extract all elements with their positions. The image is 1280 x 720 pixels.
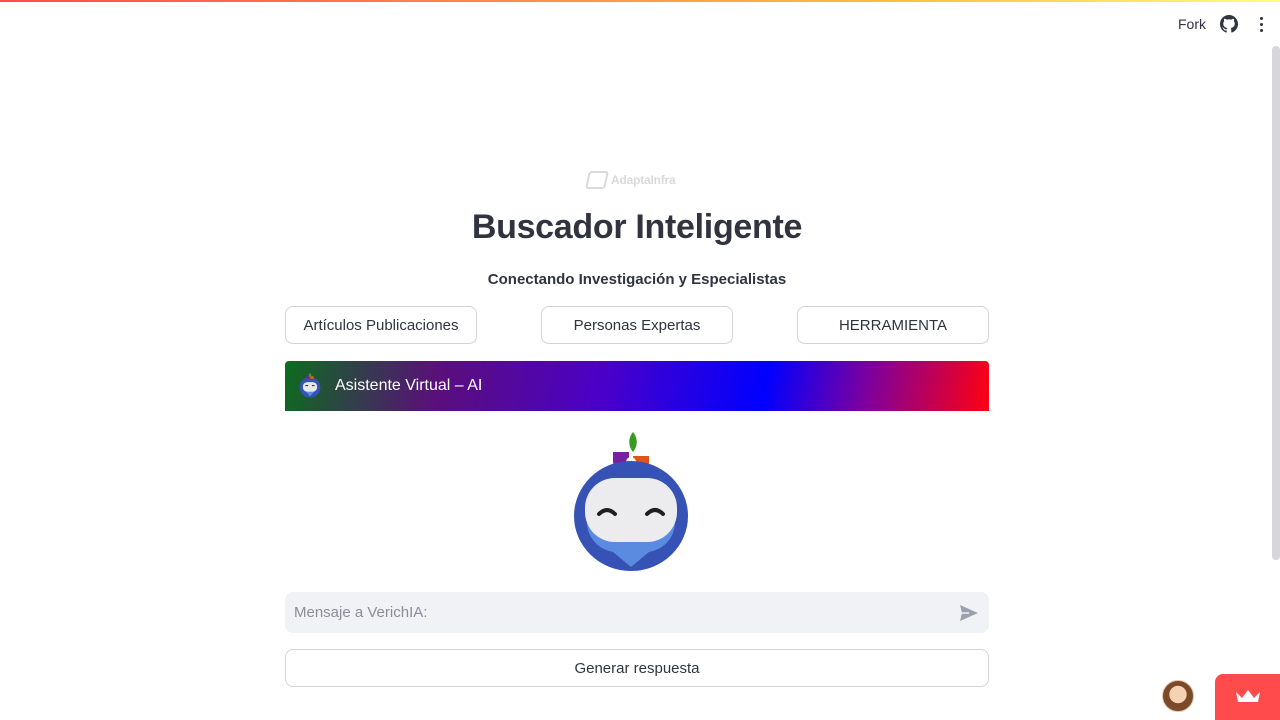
brand-logo-text: AdaptaInfra: [611, 173, 676, 187]
chat-input-container: [285, 592, 989, 633]
tool-button[interactable]: HERRAMIENTA: [797, 306, 989, 344]
page-scrollbar[interactable]: [1272, 46, 1280, 560]
top-decoration-bar: [0, 0, 1280, 2]
generate-response-button[interactable]: Generar respuesta: [285, 649, 989, 687]
chat-input[interactable]: [285, 592, 949, 633]
assistant-label: Asistente Virtual – AI: [335, 377, 483, 394]
assistant-header: Asistente Virtual – AI: [285, 361, 989, 411]
fork-button[interactable]: Fork: [1178, 16, 1206, 32]
github-icon[interactable]: [1220, 15, 1238, 33]
page-subtitle: Conectando Investigación y Especialistas: [487, 271, 787, 288]
articles-button[interactable]: Artículos Publicaciones: [285, 306, 477, 344]
more-vertical-icon[interactable]: [1252, 15, 1270, 33]
send-button[interactable]: [949, 593, 989, 633]
user-avatar[interactable]: [1162, 680, 1194, 712]
app-toolbar: Fork: [1178, 10, 1270, 38]
experts-button[interactable]: Personas Expertas: [541, 306, 733, 344]
streamlit-badge[interactable]: [1215, 674, 1280, 720]
brand-logo-mark: [585, 171, 609, 189]
robot-avatar-icon: [299, 373, 321, 398]
bot-avatar-icon: [574, 432, 688, 571]
page-title: Buscador Inteligente: [471, 208, 803, 246]
brand-logo: AdaptaInfra: [585, 170, 687, 190]
send-icon: [960, 604, 978, 621]
crown-icon: [1235, 690, 1260, 702]
